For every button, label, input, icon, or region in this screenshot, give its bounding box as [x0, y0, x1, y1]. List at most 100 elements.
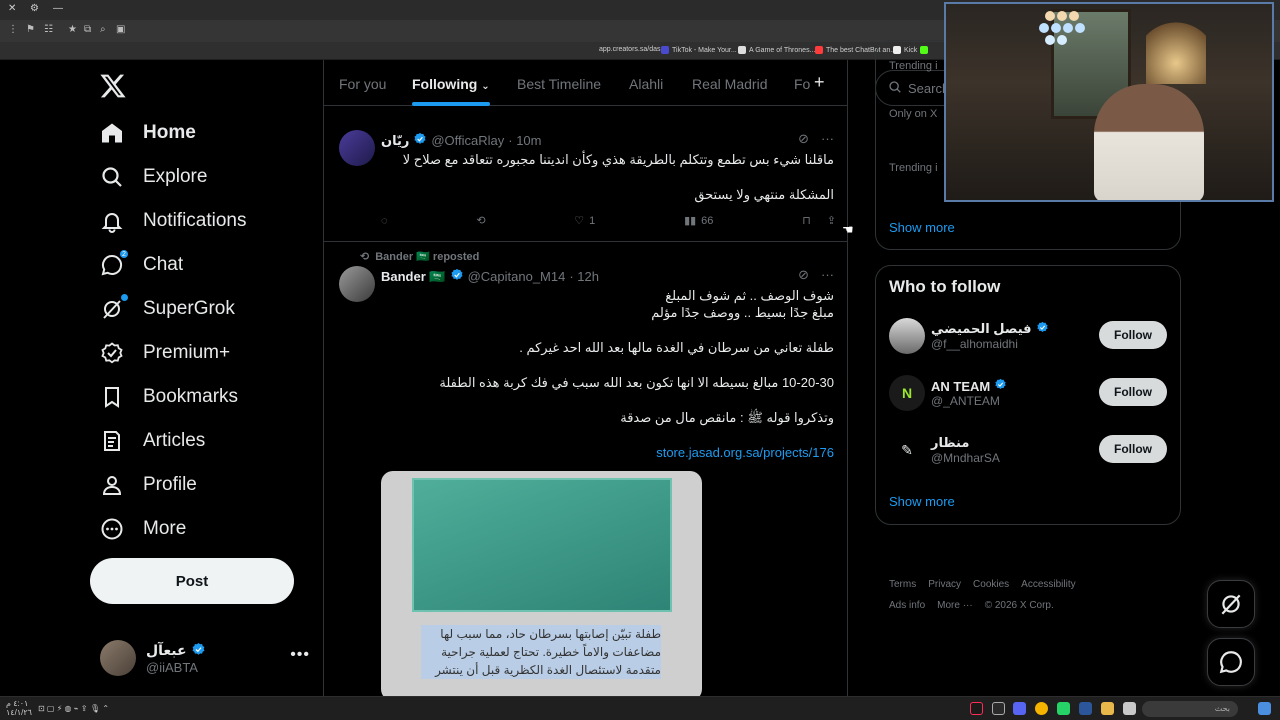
more-dots-icon[interactable]: ···	[821, 267, 834, 283]
extension-icon[interactable]: ☷	[44, 24, 53, 35]
tab-real-madrid[interactable]: Real Madrid	[692, 76, 767, 92]
anteam-logo-icon[interactable]: N	[889, 375, 925, 411]
footer-link[interactable]: Privacy	[928, 579, 961, 590]
tweet-image[interactable]: طفلة تبيّن إصابتها بسرطان حاد، مما سبب ل…	[381, 471, 702, 696]
like-button[interactable]: ♡ 1	[574, 214, 595, 228]
follow-button[interactable]: Follow	[1099, 378, 1167, 406]
discord-taskbar-icon[interactable]	[1013, 702, 1026, 715]
folder-taskbar-icon[interactable]	[1101, 702, 1114, 715]
nav-profile[interactable]: Profile	[99, 467, 197, 503]
reply-button[interactable]: ◌	[381, 214, 388, 227]
avatar[interactable]	[339, 266, 375, 302]
x-logo-icon[interactable]	[99, 72, 127, 100]
suggestion-handle: @_ANTEAM	[931, 394, 1000, 408]
telescope-icon[interactable]: ✎	[889, 432, 925, 468]
post-button[interactable]: Post	[90, 558, 294, 604]
show-more-link[interactable]: Show more	[889, 220, 955, 235]
more-dots-icon[interactable]: ···	[821, 131, 834, 147]
nav-home[interactable]: Home	[99, 115, 196, 151]
account-switcher[interactable]: عبعآل @iiABTA •••	[100, 638, 310, 678]
follow-button[interactable]: Follow	[1099, 435, 1167, 463]
grok-fab-button[interactable]	[1207, 580, 1255, 628]
repost-button[interactable]: ⟲	[476, 214, 485, 227]
tweet-author-handle[interactable]: @Capitano_M14	[468, 269, 566, 284]
nav-label: Home	[143, 122, 196, 143]
avatar[interactable]	[339, 130, 375, 166]
tab-overflow[interactable]: Fo	[794, 76, 810, 92]
notification-icon[interactable]: ⊡ ▢ ⚡ ◍ ⌁ ⇪	[38, 704, 88, 713]
app-taskbar-icon[interactable]	[1079, 702, 1092, 715]
verified-icon	[191, 642, 206, 660]
bookmark-item[interactable]: app.creators.sa/das...	[599, 46, 666, 53]
mic-icon[interactable]: 🎙 ⌃	[90, 704, 109, 713]
more-circle-icon	[99, 516, 125, 542]
nav-more[interactable]: More	[99, 511, 186, 547]
menu-icon[interactable]: ⋮	[8, 24, 18, 35]
tweet-timestamp[interactable]: · 12h	[569, 269, 599, 284]
tiktok-icon	[661, 46, 669, 54]
tweet-timestamp[interactable]: · 10m	[508, 133, 541, 148]
extension-icon[interactable]: ⚑	[26, 24, 35, 35]
tab-alahli[interactable]: Alahli	[629, 76, 663, 92]
tweet-text: طفلة تعاني من سرطان في الغدة مالها بعد ا…	[519, 340, 834, 355]
zoom-icon[interactable]: ⌕	[100, 24, 106, 35]
share-icon[interactable]: ⇪	[827, 214, 836, 227]
follow-button[interactable]: Follow	[1099, 321, 1167, 349]
bookmark-item[interactable]: A Game of Thrones...	[738, 46, 815, 54]
obs-taskbar-icon[interactable]	[992, 702, 1005, 715]
tweet-author-name[interactable]: ريّان	[381, 133, 409, 149]
footer-link[interactable]: Cookies	[973, 579, 1009, 590]
tweet-link[interactable]: store.jasad.org.sa/projects/176	[656, 445, 834, 460]
follow-suggestion[interactable]: فيصل الحميضي @f__alhomaidhi Follow	[889, 316, 1167, 356]
tweet[interactable]: ريّان @OfficaRlay · 10m ⊘ ··· ماقلنا شيء…	[324, 122, 847, 242]
tab-following[interactable]: Following ⌄	[412, 76, 490, 92]
grok-icon[interactable]: ⊘	[798, 267, 809, 283]
nav-supergrok[interactable]: SuperGrok	[99, 291, 235, 327]
nav-bookmarks[interactable]: Bookmarks	[99, 379, 238, 415]
tweet[interactable]: ⟲ Bander 🇸🇦 reposted Bander 🇸🇦 @Capitano_…	[324, 242, 847, 696]
clock-date[interactable]: ١٤/١/٢٦	[6, 708, 32, 717]
chat-fab-button[interactable]	[1207, 638, 1255, 686]
tweet-author-handle[interactable]: @OfficaRlay	[431, 133, 504, 148]
footer-link[interactable]: Ads info	[889, 600, 925, 611]
more-dots-icon[interactable]: •••	[290, 646, 310, 664]
windows-start-icon[interactable]	[1258, 702, 1271, 715]
views-button[interactable]: ▮▮ 66	[684, 214, 713, 228]
nav-explore[interactable]: Explore	[99, 159, 207, 195]
clock-time[interactable]: ٤:٠١ م	[6, 699, 28, 708]
nav-notifications[interactable]: Notifications	[99, 203, 247, 239]
grok-icon[interactable]: ⊘	[798, 131, 809, 147]
show-more-link[interactable]: Show more	[889, 494, 955, 509]
footer-link[interactable]: Accessibility	[1021, 579, 1075, 590]
trending-header: Trending i	[889, 60, 938, 72]
add-tab-icon[interactable]: +	[814, 72, 825, 93]
nav-articles[interactable]: Articles	[99, 423, 205, 459]
copy-icon[interactable]: ⧉	[84, 24, 91, 35]
follow-suggestion[interactable]: N AN TEAM @_ANTEAM Follow	[889, 373, 1167, 413]
whatsapp-taskbar-icon[interactable]	[1057, 702, 1070, 715]
tab-for-you[interactable]: For you	[339, 76, 386, 92]
suggestion-handle: @f__alhomaidhi	[931, 337, 1018, 351]
bookmark-item[interactable]: TikTok - Make Your...	[661, 46, 737, 54]
star-icon[interactable]: ★	[68, 24, 77, 35]
close-window-icon[interactable]: ✕	[8, 3, 16, 14]
tiktok-taskbar-icon[interactable]	[970, 702, 983, 715]
settings-icon[interactable]: ⚙	[30, 3, 39, 14]
bookmark-icon[interactable]: ⊓	[802, 214, 811, 227]
footer-link[interactable]: More ···	[937, 600, 973, 611]
nav-label: Articles	[143, 430, 206, 451]
store-taskbar-icon[interactable]	[1123, 702, 1136, 715]
nav-label: Notifications	[143, 210, 247, 231]
footer-link[interactable]: Terms	[889, 579, 916, 590]
tweet-author-name[interactable]: Bander 🇸🇦	[381, 269, 446, 285]
taskbar-search-input[interactable]: بحث	[1142, 701, 1238, 717]
avatar[interactable]	[889, 318, 925, 354]
nav-chat[interactable]: 2 Chat	[99, 247, 183, 283]
chrome-taskbar-icon[interactable]	[1035, 702, 1048, 715]
tabs-icon[interactable]: ▣	[116, 24, 125, 35]
minimize-icon[interactable]: —	[53, 3, 63, 14]
follow-suggestion[interactable]: ✎ منظار @MndharSA Follow	[889, 430, 1167, 470]
nav-premium[interactable]: Premium+	[99, 335, 230, 371]
tab-best-timeline[interactable]: Best Timeline	[517, 76, 601, 92]
chevron-down-icon: ⌄	[481, 81, 490, 92]
